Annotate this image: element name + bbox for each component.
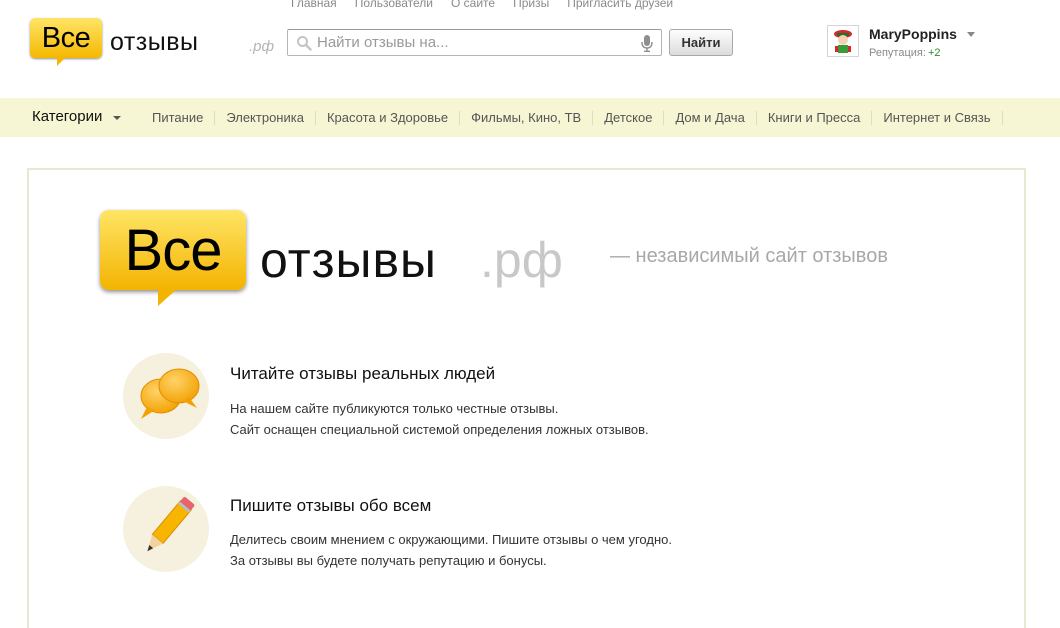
top-nav-about[interactable]: О сайте (451, 0, 495, 12)
category-movies-tv[interactable]: Фильмы, Кино, ТВ (460, 110, 594, 125)
hero-logo-badge: Все (100, 210, 246, 306)
category-internet-telecom[interactable]: Интернет и Связь (872, 110, 1003, 125)
hero-tagline: — независимый сайт отзывов (610, 245, 888, 267)
top-nav-prizes[interactable]: Призы (513, 0, 549, 12)
top-nav-home[interactable]: Главная (291, 0, 337, 12)
search-input[interactable] (317, 33, 627, 52)
chevron-down-icon[interactable] (113, 116, 121, 120)
microphone-icon[interactable] (641, 35, 653, 52)
feature-text: Сайт оснащен специальной системой опреде… (230, 422, 649, 437)
feature-icon-circle (123, 486, 209, 572)
site-logo[interactable]: Все отзывы .рф (30, 18, 274, 68)
search-button[interactable]: Найти (669, 29, 733, 56)
top-nav: Главная Пользователи О сайте Призы Пригл… (291, 0, 691, 12)
hero-logo-badge-text: Все (124, 218, 223, 283)
logo-badge: Все (30, 18, 102, 66)
feature-title: Пишите отзывы обо всем (230, 496, 432, 515)
logo-tld: .рф (249, 38, 275, 55)
reputation-label: Репутация: (869, 47, 926, 59)
search-icon (297, 36, 312, 51)
category-food[interactable]: Питание (141, 110, 216, 125)
username[interactable]: MaryPoppins (869, 26, 957, 42)
logo-word: отзывы (110, 28, 199, 56)
feature-icon-circle (123, 353, 209, 439)
category-home-garden[interactable]: Дом и Дача (664, 110, 757, 125)
hero-logo-word: отзывы (260, 232, 437, 288)
logo-badge-text: Все (41, 22, 91, 54)
hero-logo: Все отзывы .рф — независимый сайт отзыво… (100, 210, 930, 310)
category-beauty-health[interactable]: Красота и Здоровье (316, 110, 461, 125)
top-nav-users[interactable]: Пользователи (355, 0, 433, 12)
hero-logo-tld: .рф (480, 232, 563, 288)
categories-menu[interactable]: Категории (32, 108, 102, 125)
feature-text: Делитесь своим мнением с окружающими. Пи… (230, 532, 672, 547)
search-box (287, 29, 662, 56)
avatar[interactable] (827, 25, 859, 57)
chevron-down-icon[interactable] (967, 32, 975, 37)
category-kids[interactable]: Детское (593, 110, 665, 125)
speech-bubbles-icon (140, 368, 200, 419)
category-electronics[interactable]: Электроника (215, 110, 316, 125)
category-books-press[interactable]: Книги и Пресса (757, 110, 873, 125)
feature-text: На нашем сайте публикуются только честны… (230, 401, 559, 416)
reputation-value: +2 (928, 47, 941, 59)
categories-bar: Категории Питание Электроника Красота и … (0, 98, 1060, 137)
feature-title: Читайте отзывы реальных людей (230, 364, 496, 383)
categories-list: Питание Электроника Красота и Здоровье Ф… (141, 98, 1003, 137)
pencil-icon (147, 496, 195, 552)
avatar-image (828, 26, 858, 56)
top-nav-invite[interactable]: Пригласить друзей (567, 0, 673, 12)
feature-text: За отзывы вы будете получать репутацию и… (230, 553, 547, 568)
